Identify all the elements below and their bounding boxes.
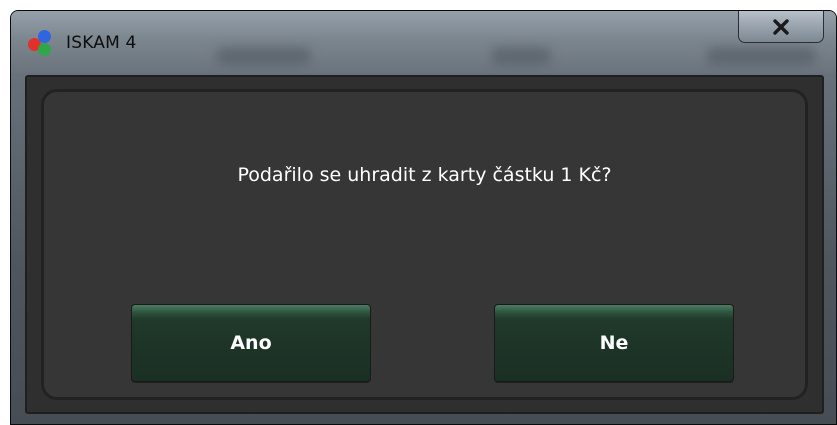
dialog-message: Podařilo se uhradit z karty částku 1 Kč? [237,164,612,186]
dialog-window: ISKAM 4 Podařilo se uhradit z karty část… [10,10,837,425]
background-blur [491,47,551,65]
title-bar[interactable]: ISKAM 4 [11,11,836,73]
close-icon [773,18,789,35]
dialog-content: Podařilo se uhradit z karty částku 1 Kč?… [25,75,824,414]
yes-button[interactable]: Ano [131,304,371,382]
dialog-panel: Podařilo se uhradit z karty částku 1 Kč?… [41,89,808,400]
close-button[interactable] [738,11,824,43]
background-blur [216,47,311,65]
background-blur [706,47,816,65]
icon-dot-green [38,43,51,56]
window-title: ISKAM 4 [66,33,137,53]
icon-dot-blue [38,30,51,43]
iskam-app-icon [28,29,58,57]
no-button[interactable]: Ne [494,304,734,382]
